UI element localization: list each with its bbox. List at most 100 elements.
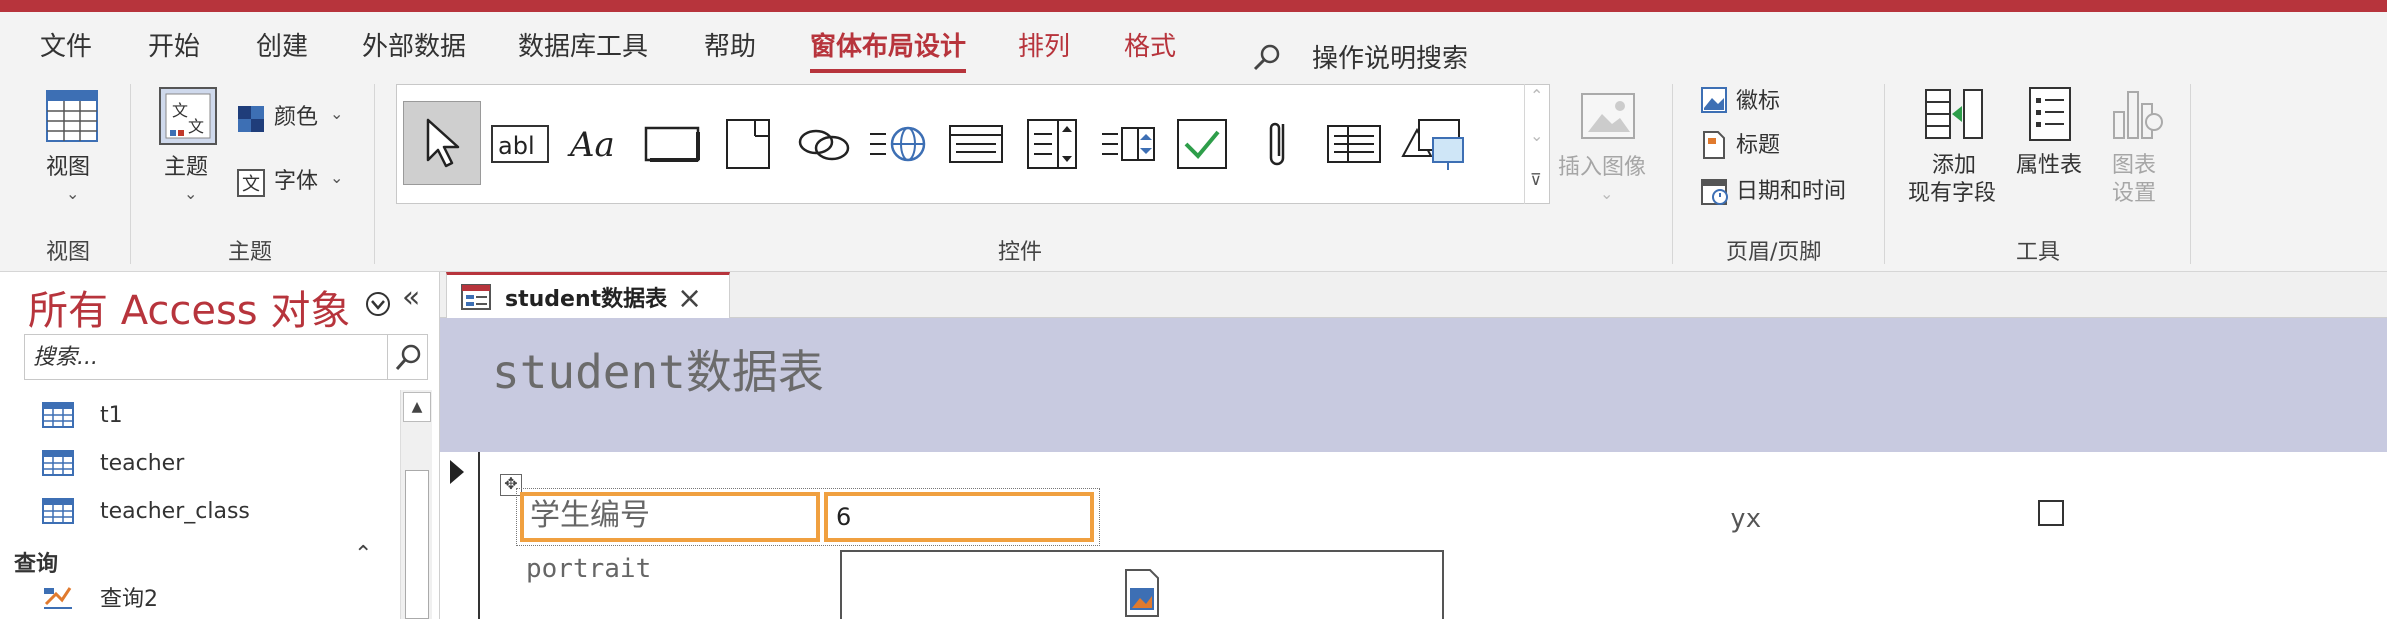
title-bar-strip: [0, 0, 2387, 12]
tab-create[interactable]: 创建: [256, 26, 308, 63]
web-browser-control-icon[interactable]: [863, 105, 933, 183]
document-tab-label: student数据表: [505, 287, 668, 312]
nav-scrollbar[interactable]: ▲: [400, 390, 432, 619]
chart-settings-button-line1: 图表: [2112, 153, 2157, 178]
list-item-table-teacher[interactable]: teacher: [24, 440, 400, 486]
property-sheet-button[interactable]: 属性表: [2016, 152, 2082, 180]
insert-image-chevron-down-icon: ⌄: [1600, 184, 1614, 203]
svg-text:文: 文: [188, 117, 204, 136]
field-input-student-id[interactable]: 6: [824, 492, 1094, 542]
field-label-portrait[interactable]: portrait: [526, 554, 651, 584]
nav-object-list: t1 teacher teacher_class 查询2: [24, 392, 400, 619]
view-button[interactable]: 视图: [46, 154, 90, 182]
document-tab-student[interactable]: student数据表 ×: [446, 272, 730, 319]
list-item-label: 查询2: [100, 587, 158, 612]
tab-help[interactable]: 帮助: [704, 26, 756, 63]
nav-pane-title[interactable]: 所有 Access 对象: [28, 278, 350, 336]
nav-search-input[interactable]: [25, 335, 385, 379]
property-sheet-icon[interactable]: [2028, 86, 2072, 142]
field-label-student-id[interactable]: 学生编号: [520, 492, 820, 542]
navigation-control-icon[interactable]: [941, 105, 1011, 183]
group-label-tools: 工具: [2016, 240, 2061, 265]
list-item-table-teacher-class[interactable]: teacher_class: [24, 488, 400, 534]
gallery-scroll: ⌃ ⌄ ⊽: [1524, 84, 1550, 204]
checkbox-yx[interactable]: [2038, 500, 2064, 526]
group-divider: [1884, 84, 1885, 264]
tab-external-data[interactable]: 外部数据: [362, 26, 466, 63]
check-box-icon[interactable]: [1167, 105, 1237, 183]
logo-icon[interactable]: [1700, 86, 1728, 114]
search-icon[interactable]: [387, 335, 427, 379]
select-tool-icon[interactable]: [403, 101, 481, 185]
gallery-up-icon[interactable]: ⌃: [1530, 86, 1543, 105]
document-tab-strip: student数据表 ×: [440, 272, 2387, 319]
hyperlink-icon[interactable]: [789, 105, 859, 183]
tab-file[interactable]: 文件: [40, 26, 92, 63]
group-divider: [1672, 84, 1673, 264]
insert-image-button: 插入图像: [1558, 155, 1647, 180]
portrait-image-frame[interactable]: [840, 550, 1444, 619]
gallery-more-icon[interactable]: ⊽: [1530, 170, 1542, 189]
chevron-up-double-icon[interactable]: ⌃: [354, 542, 372, 567]
view-chevron-down-icon[interactable]: ⌄: [66, 184, 79, 203]
text-box-icon[interactable]: abl: [485, 105, 555, 183]
svg-text:文: 文: [242, 174, 260, 195]
nav-search-box: [24, 334, 428, 380]
date-time-icon[interactable]: [1700, 176, 1730, 206]
table-icon: [42, 450, 74, 476]
image-control-icon[interactable]: [1397, 105, 1467, 183]
layout-move-handle-icon[interactable]: ✥: [500, 474, 522, 496]
scroll-thumb[interactable]: [405, 470, 429, 619]
add-existing-fields-button-line2[interactable]: 现有字段: [1908, 180, 1996, 208]
logo-button[interactable]: 徽标: [1736, 88, 1780, 116]
current-record-arrow-icon: [450, 460, 464, 484]
tab-home[interactable]: 开始: [148, 26, 200, 63]
chevron-down-circle-icon[interactable]: [364, 290, 392, 318]
fonts-chevron-down-icon[interactable]: ⌄: [330, 168, 343, 187]
list-item-label: teacher_class: [100, 498, 250, 524]
scroll-up-icon[interactable]: ▲: [403, 392, 431, 422]
title-button[interactable]: 标题: [1736, 132, 1780, 160]
theme-button[interactable]: 主题: [164, 154, 208, 182]
view-icon[interactable]: [44, 88, 100, 144]
group-divider: [374, 84, 375, 264]
button-icon[interactable]: [637, 105, 707, 183]
form-layout-view: student数据表 ✥ 学生编号 6 portrait yx: [440, 318, 2387, 619]
gallery-down-icon[interactable]: ⌄: [1530, 126, 1543, 145]
theme-icon[interactable]: 文 文: [158, 86, 218, 146]
colors-chevron-down-icon[interactable]: ⌄: [330, 104, 343, 123]
combo-box-icon[interactable]: [1093, 105, 1163, 183]
date-time-button[interactable]: 日期和时间: [1736, 178, 1846, 206]
collapse-pane-icon[interactable]: «: [402, 280, 420, 315]
colors-button[interactable]: 颜色: [274, 104, 318, 132]
list-item-table-t1[interactable]: t1: [24, 392, 400, 438]
title-icon[interactable]: [1700, 130, 1728, 160]
theme-chevron-down-icon[interactable]: ⌄: [184, 184, 197, 203]
record-selector[interactable]: [440, 452, 480, 619]
svg-text:Aa: Aa: [567, 125, 615, 165]
close-icon[interactable]: ×: [677, 281, 702, 316]
add-existing-fields-button-line1[interactable]: 添加: [1932, 152, 1976, 180]
nav-section-queries[interactable]: 查询: [14, 546, 58, 578]
tab-arrange[interactable]: 排列: [1018, 26, 1070, 63]
tab-database-tools[interactable]: 数据库工具: [518, 26, 648, 63]
tab-form-layout-design[interactable]: 窗体布局设计: [810, 26, 967, 73]
tell-me-search[interactable]: 操作说明搜索: [1312, 38, 1468, 75]
tab-control-icon[interactable]: [713, 105, 783, 183]
colors-icon[interactable]: [236, 104, 266, 134]
add-existing-fields-icon[interactable]: [1924, 86, 1984, 142]
search-icon[interactable]: [1252, 42, 1282, 72]
chart-settings-icon: [2113, 91, 2163, 139]
chart-settings-button-line2: 设置: [2112, 181, 2157, 206]
attachment-icon[interactable]: [1243, 105, 1313, 183]
field-label-yx[interactable]: yx: [1730, 504, 1761, 534]
list-box-icon[interactable]: [1319, 105, 1389, 183]
fonts-button[interactable]: 字体: [274, 168, 318, 196]
tab-format[interactable]: 格式: [1124, 26, 1176, 63]
option-group-icon[interactable]: [1017, 105, 1087, 183]
label-icon[interactable]: Aa: [561, 105, 631, 183]
form-title[interactable]: student数据表: [492, 336, 824, 402]
fonts-icon[interactable]: 文: [236, 168, 266, 198]
list-item-query-2[interactable]: 查询2: [24, 574, 400, 619]
controls-gallery: abl Aa: [396, 84, 1550, 204]
